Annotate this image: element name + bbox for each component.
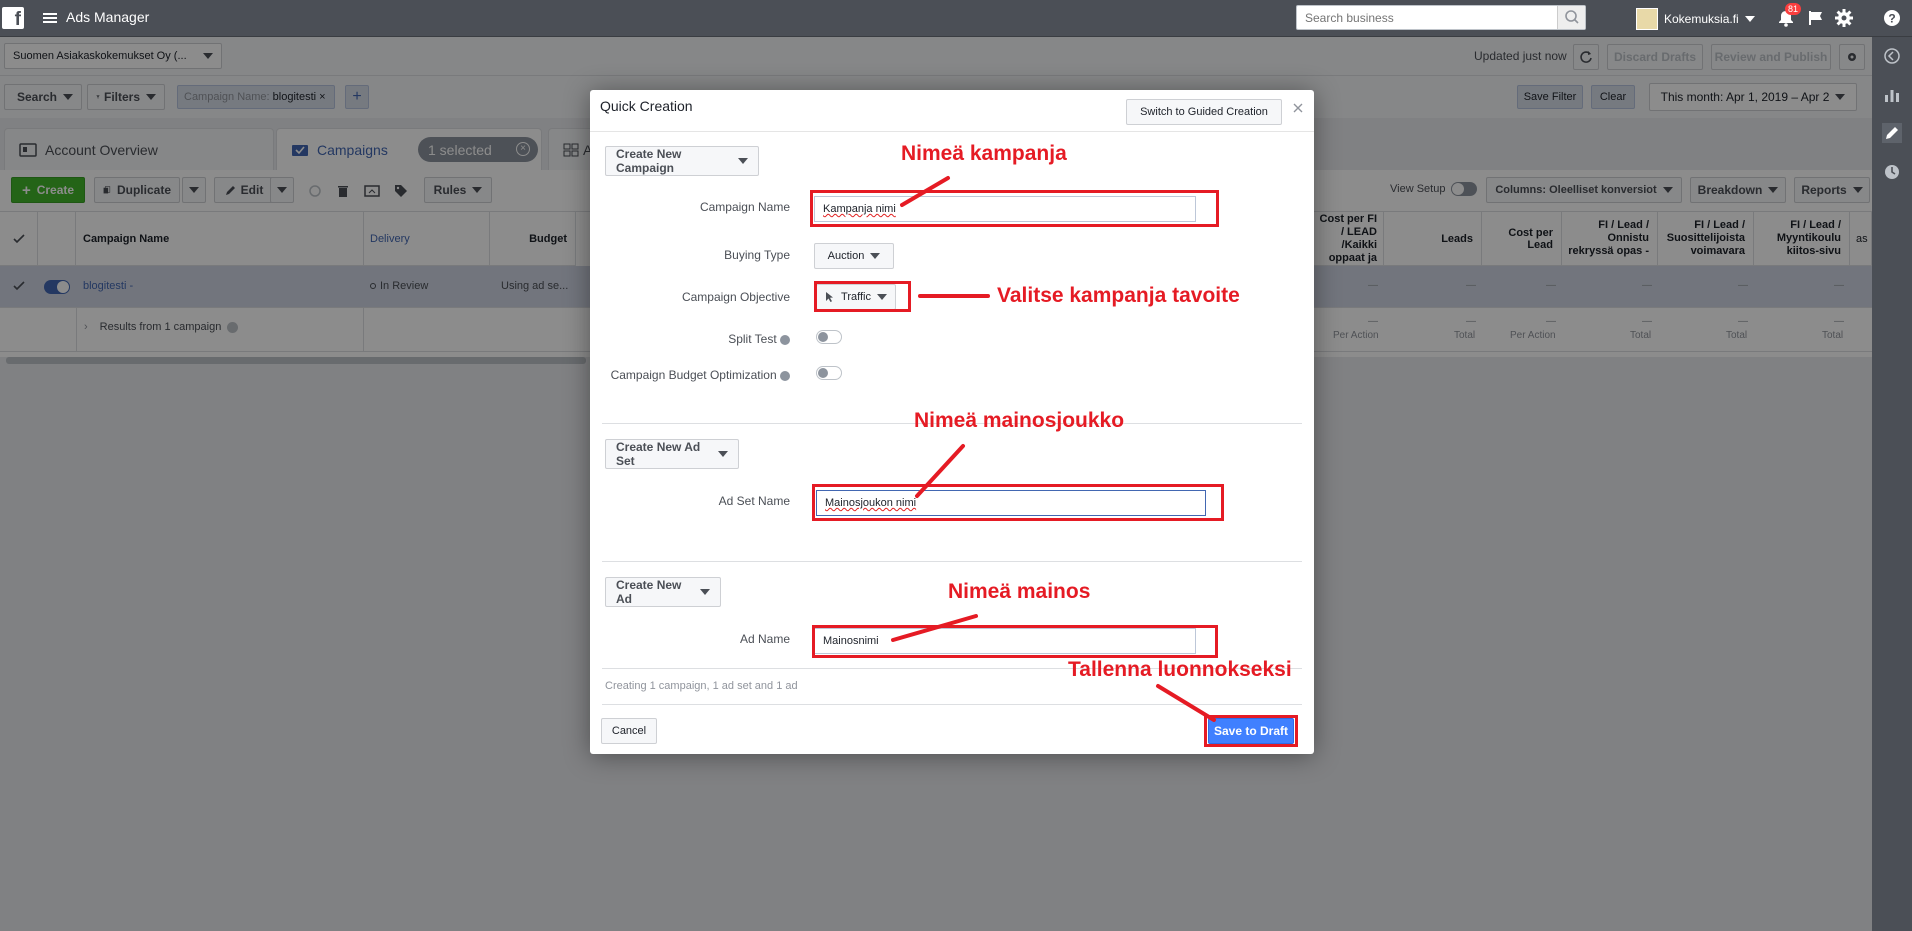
section-divider	[602, 704, 1302, 705]
create-new-ad-set-dropdown[interactable]: Create New Ad Set	[605, 439, 739, 469]
split-test-toggle[interactable]	[816, 330, 842, 344]
collapse-icon[interactable]	[1882, 46, 1902, 66]
info-icon[interactable]	[780, 334, 790, 345]
highlight-objective	[814, 281, 911, 312]
annotation-name-ad-set: Nimeä mainosjoukko	[914, 409, 1125, 432]
highlight-campaign-name	[810, 190, 1219, 227]
highlight-save-to-draft	[1204, 715, 1298, 747]
help-icon[interactable]: ?	[1882, 8, 1902, 28]
highlight-ad-name	[812, 625, 1218, 658]
buying-type-label: Buying Type	[724, 248, 790, 262]
search-icon[interactable]	[1557, 6, 1585, 29]
cbo-toggle[interactable]	[816, 366, 842, 380]
ad-name-label: Ad Name	[739, 632, 790, 646]
annotation-name-ad: Nimeä mainos	[948, 580, 1091, 603]
cancel-button[interactable]: Cancel	[601, 718, 657, 744]
create-new-ad-dropdown[interactable]: Create New Ad	[605, 577, 721, 607]
split-test-label: Split Test	[728, 332, 790, 346]
svg-text:?: ?	[1888, 12, 1895, 26]
buying-type-selector[interactable]: Auction	[814, 243, 894, 269]
flag-icon[interactable]	[1806, 8, 1826, 28]
pencil-icon[interactable]	[1882, 123, 1902, 143]
highlight-ad-set-name	[812, 484, 1224, 521]
info-icon[interactable]	[780, 370, 790, 381]
account-name: Kokemuksia.fi	[1664, 12, 1739, 26]
cbo-label: Campaign Budget Optimization	[611, 368, 790, 382]
campaign-objective-label: Campaign Objective	[681, 290, 790, 304]
notification-count-badge: 81	[1785, 3, 1802, 15]
annotation-choose-objective: Valitse kampanja tavoite	[997, 284, 1240, 307]
campaign-name-label: Campaign Name	[699, 200, 790, 214]
business-search-input[interactable]	[1297, 6, 1557, 29]
section-divider	[602, 561, 1302, 562]
annotation-save-draft: Tallenna luonnokseksi	[1068, 658, 1292, 681]
business-search[interactable]	[1296, 5, 1586, 30]
switch-guided-creation-button[interactable]: Switch to Guided Creation	[1126, 99, 1282, 125]
account-avatar	[1636, 8, 1658, 30]
ad-set-name-label: Ad Set Name	[718, 494, 790, 508]
creation-summary: Creating 1 campaign, 1 ad set and 1 ad	[605, 680, 798, 692]
app-title: Ads Manager	[66, 9, 150, 25]
facebook-logo-icon[interactable]: f	[2, 7, 24, 30]
annotation-name-campaign: Nimeä kampanja	[901, 142, 1067, 165]
chart-icon[interactable]	[1882, 85, 1902, 105]
close-icon[interactable]	[1292, 102, 1304, 114]
dialog-header: Quick Creation Switch to Guided Creation	[590, 90, 1314, 132]
clock-icon[interactable]	[1882, 162, 1902, 182]
create-new-campaign-dropdown[interactable]: Create New Campaign	[605, 146, 759, 176]
right-rail	[1872, 37, 1912, 931]
gear-icon[interactable]	[1834, 8, 1854, 28]
chevron-down-icon	[1744, 16, 1755, 22]
account-switcher[interactable]: Kokemuksia.fi	[1636, 7, 1755, 31]
hamburger-icon[interactable]	[42, 10, 58, 26]
dialog-title: Quick Creation	[600, 98, 693, 114]
top-bar: f Ads Manager Kokemuksia.fi 81 ?	[0, 0, 1912, 37]
